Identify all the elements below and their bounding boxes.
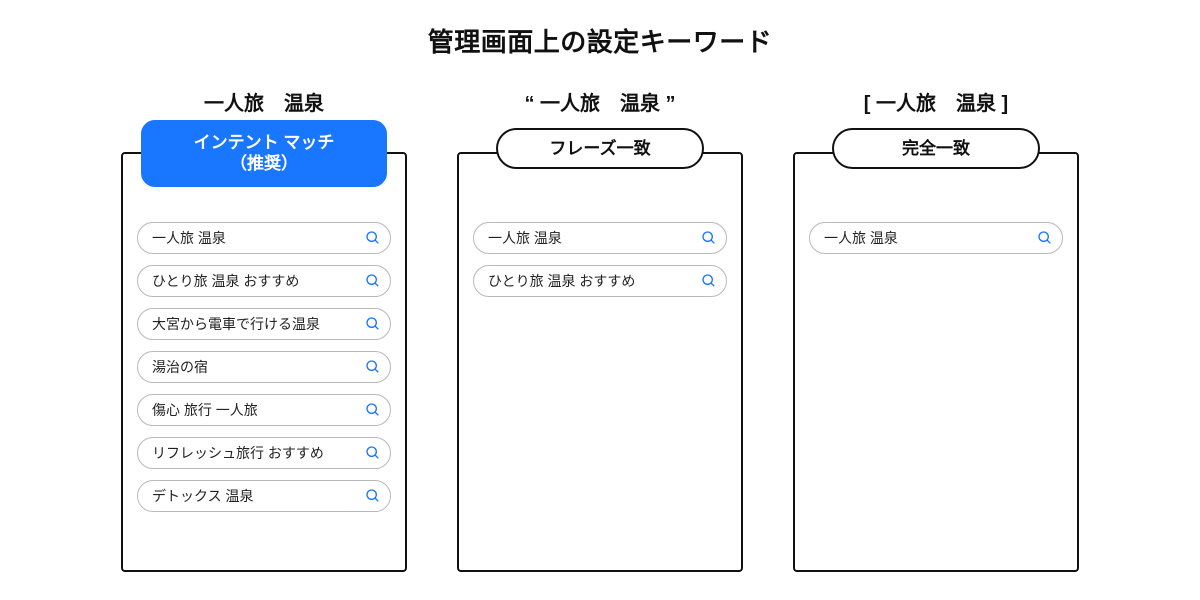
query-text: ひとり旅 温泉 おすすめ: [488, 271, 635, 291]
query-list: 一人旅 温泉 ひとり旅 温泉 おすすめ: [473, 222, 727, 297]
search-query: 湯治の宿: [137, 351, 391, 383]
search-icon: [364, 315, 382, 333]
match-type-tab: フレーズ一致: [496, 128, 704, 169]
query-text: 大宮から電車で行ける温泉: [152, 314, 320, 334]
search-icon: [700, 272, 718, 290]
search-icon: [364, 358, 382, 376]
card: フレーズ一致 一人旅 温泉 ひとり旅 温泉 おすすめ: [457, 152, 743, 572]
query-text: デトックス 温泉: [152, 486, 253, 506]
search-query: 一人旅 温泉: [809, 222, 1063, 254]
search-query: デトックス 温泉: [137, 480, 391, 512]
search-query: ひとり旅 温泉 おすすめ: [137, 265, 391, 297]
search-icon: [364, 272, 382, 290]
search-query: ひとり旅 温泉 おすすめ: [473, 265, 727, 297]
page-root: 管理画面上の設定キーワード 一人旅 温泉 インテント マッチ （推奨） 一人旅 …: [0, 0, 1200, 600]
search-icon: [364, 487, 382, 505]
column-keyword: 一人旅 温泉: [121, 87, 407, 116]
column-phrase-match: “ 一人旅 温泉 ” フレーズ一致 一人旅 温泉 ひとり旅 温泉 おすすめ: [457, 87, 743, 572]
match-type-tab: 完全一致: [832, 128, 1040, 169]
query-list: 一人旅 温泉: [809, 222, 1063, 254]
query-text: ひとり旅 温泉 おすすめ: [152, 271, 299, 291]
column-keyword: “ 一人旅 温泉 ”: [457, 87, 743, 116]
column-intent-match: 一人旅 温泉 インテント マッチ （推奨） 一人旅 温泉 ひとり旅 温泉 おすす…: [121, 87, 407, 572]
search-icon: [364, 444, 382, 462]
query-text: リフレッシュ旅行 おすすめ: [152, 443, 324, 463]
query-text: 一人旅 温泉: [488, 228, 562, 248]
search-icon: [700, 229, 718, 247]
search-query: リフレッシュ旅行 おすすめ: [137, 437, 391, 469]
search-query: 一人旅 温泉: [473, 222, 727, 254]
query-list: 一人旅 温泉 ひとり旅 温泉 おすすめ 大宮から電車で行ける温泉 湯治の宿: [137, 222, 391, 512]
card: インテント マッチ （推奨） 一人旅 温泉 ひとり旅 温泉 おすすめ 大宮から電…: [121, 152, 407, 572]
query-text: 傷心 旅行 一人旅: [152, 400, 258, 420]
column-keyword: [ 一人旅 温泉 ]: [793, 87, 1079, 116]
search-icon: [364, 229, 382, 247]
match-type-tab: インテント マッチ （推奨）: [141, 120, 387, 187]
search-query: 大宮から電車で行ける温泉: [137, 308, 391, 340]
columns-wrapper: 一人旅 温泉 インテント マッチ （推奨） 一人旅 温泉 ひとり旅 温泉 おすす…: [0, 87, 1200, 572]
card: 完全一致 一人旅 温泉: [793, 152, 1079, 572]
search-query: 傷心 旅行 一人旅: [137, 394, 391, 426]
column-exact-match: [ 一人旅 温泉 ] 完全一致 一人旅 温泉: [793, 87, 1079, 572]
query-text: 一人旅 温泉: [152, 228, 226, 248]
search-icon: [1036, 229, 1054, 247]
search-icon: [364, 401, 382, 419]
page-title: 管理画面上の設定キーワード: [0, 22, 1200, 59]
query-text: 一人旅 温泉: [824, 228, 898, 248]
query-text: 湯治の宿: [152, 357, 208, 377]
search-query: 一人旅 温泉: [137, 222, 391, 254]
